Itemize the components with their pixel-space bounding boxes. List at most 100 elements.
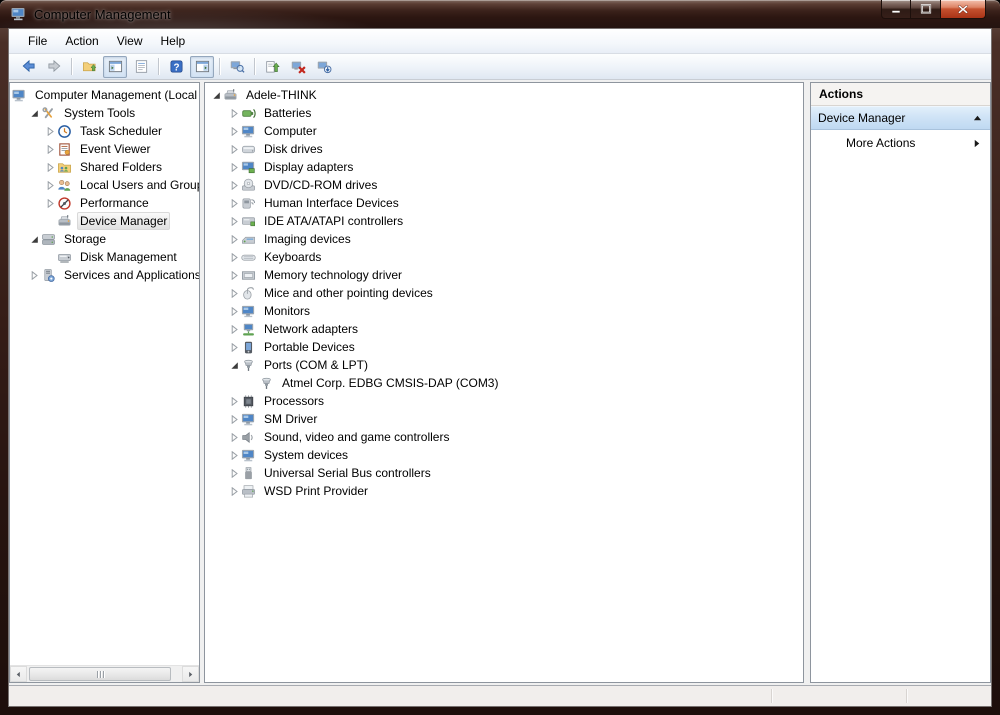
device-item-adele-think[interactable]: Adele-THINK	[205, 86, 803, 104]
menu-item-file[interactable]: File	[19, 29, 56, 53]
scan-hardware-changes-button[interactable]	[312, 56, 336, 78]
console-item-storage[interactable]: Storage	[10, 230, 199, 248]
tree-item-label[interactable]: Ports (COM & LPT)	[261, 356, 371, 374]
expand-arrow-icon[interactable]	[228, 289, 241, 298]
export-list-button[interactable]	[77, 56, 101, 78]
expand-arrow-icon[interactable]	[228, 325, 241, 334]
device-item-sound-video-and-game-controllers[interactable]: Sound, video and game controllers	[205, 428, 803, 446]
expand-arrow-icon[interactable]	[44, 199, 57, 208]
tree-item-label[interactable]: Computer	[261, 122, 320, 140]
tree-item-label[interactable]: Mice and other pointing devices	[261, 284, 436, 302]
collapse-arrow-icon[interactable]	[228, 361, 241, 370]
tree-item-label[interactable]: System Tools	[61, 104, 138, 122]
device-item-wsd-print-provider[interactable]: WSD Print Provider	[205, 482, 803, 500]
maximize-button[interactable]	[911, 0, 940, 19]
tree-item-label[interactable]: Processors	[261, 392, 327, 410]
refresh-button[interactable]	[225, 56, 249, 78]
expand-arrow-icon[interactable]	[228, 397, 241, 406]
expand-arrow-icon[interactable]	[228, 433, 241, 442]
close-button[interactable]	[940, 0, 986, 19]
tree-item-label[interactable]: Disk Management	[77, 248, 180, 266]
tree-item-label[interactable]: Network adapters	[261, 320, 361, 338]
device-item-batteries[interactable]: Batteries	[205, 104, 803, 122]
scrollbar-track[interactable]	[27, 666, 182, 682]
tree-item-label[interactable]: IDE ATA/ATAPI controllers	[261, 212, 406, 230]
back-button[interactable]	[16, 56, 40, 78]
device-item-processors[interactable]: Processors	[205, 392, 803, 410]
tree-item-label[interactable]: Local Users and Groups	[77, 176, 199, 194]
expand-arrow-icon[interactable]	[228, 271, 241, 280]
expand-arrow-icon[interactable]	[228, 181, 241, 190]
tree-item-label[interactable]: WSD Print Provider	[261, 482, 371, 500]
menu-item-help[interactable]: Help	[152, 29, 195, 53]
expand-arrow-icon[interactable]	[228, 109, 241, 118]
tree-item-label[interactable]: Event Viewer	[77, 140, 153, 158]
expand-arrow-icon[interactable]	[44, 145, 57, 154]
device-item-disk-drives[interactable]: Disk drives	[205, 140, 803, 158]
console-item-event-viewer[interactable]: Event Viewer	[10, 140, 199, 158]
tree-item-label[interactable]: System devices	[261, 446, 351, 464]
console-item-device-manager[interactable]: Device Manager	[10, 212, 199, 230]
tree-item-label[interactable]: Universal Serial Bus controllers	[261, 464, 434, 482]
scroll-right-button[interactable]	[182, 666, 199, 682]
device-item-dvd-cd-rom-drives[interactable]: DVD/CD-ROM drives	[205, 176, 803, 194]
tree-item-label[interactable]: Memory technology driver	[261, 266, 405, 284]
show-hide-action-pane-button[interactable]	[190, 56, 214, 78]
horizontal-scrollbar[interactable]	[10, 665, 199, 682]
device-item-keyboards[interactable]: Keyboards	[205, 248, 803, 266]
titlebar[interactable]: Computer Management	[0, 0, 1000, 28]
expand-arrow-icon[interactable]	[228, 451, 241, 460]
console-item-disk-management[interactable]: Disk Management	[10, 248, 199, 266]
expand-arrow-icon[interactable]	[228, 343, 241, 352]
show-hide-console-tree-button[interactable]	[103, 56, 127, 78]
tree-item-label[interactable]: SM Driver	[261, 410, 320, 428]
device-item-ide-ata-atapi-controllers[interactable]: IDE ATA/ATAPI controllers	[205, 212, 803, 230]
scrollbar-thumb[interactable]	[29, 667, 171, 681]
console-item-performance[interactable]: Performance	[10, 194, 199, 212]
expand-arrow-icon[interactable]	[44, 181, 57, 190]
console-item-services-and-applications[interactable]: Services and Applications	[10, 266, 199, 284]
expand-arrow-icon[interactable]	[228, 469, 241, 478]
scroll-left-button[interactable]	[10, 666, 27, 682]
update-driver-button[interactable]	[260, 56, 284, 78]
tree-item-label[interactable]: Task Scheduler	[77, 122, 165, 140]
minimize-button[interactable]	[881, 0, 911, 19]
console-item-computer-management-local[interactable]: Computer Management (Local	[10, 86, 199, 104]
tree-item-label[interactable]: Batteries	[261, 104, 314, 122]
console-item-local-users-and-groups[interactable]: Local Users and Groups	[10, 176, 199, 194]
device-item-monitors[interactable]: Monitors	[205, 302, 803, 320]
more-actions-item[interactable]: More Actions	[811, 130, 990, 156]
device-item-universal-serial-bus-controllers[interactable]: Universal Serial Bus controllers	[205, 464, 803, 482]
tree-item-label[interactable]: Services and Applications	[61, 266, 199, 284]
expand-arrow-icon[interactable]	[228, 127, 241, 136]
expand-arrow-icon[interactable]	[228, 217, 241, 226]
tree-item-label[interactable]: Computer Management (Local	[32, 86, 199, 104]
help-button[interactable]: ?	[164, 56, 188, 78]
expand-arrow-icon[interactable]	[228, 253, 241, 262]
actions-group-header[interactable]: Device Manager	[811, 106, 990, 130]
expand-arrow-icon[interactable]	[44, 127, 57, 136]
tree-item-label[interactable]: Keyboards	[261, 248, 324, 266]
device-item-human-interface-devices[interactable]: Human Interface Devices	[205, 194, 803, 212]
expand-arrow-icon[interactable]	[28, 271, 41, 280]
device-item-display-adapters[interactable]: Display adapters	[205, 158, 803, 176]
expand-arrow-icon[interactable]	[228, 415, 241, 424]
tree-item-label[interactable]: DVD/CD-ROM drives	[261, 176, 380, 194]
tree-item-label[interactable]: Sound, video and game controllers	[261, 428, 452, 446]
console-item-system-tools[interactable]: System Tools	[10, 104, 199, 122]
expand-arrow-icon[interactable]	[228, 235, 241, 244]
tree-item-label[interactable]: Atmel Corp. EDBG CMSIS-DAP (COM3)	[279, 374, 501, 392]
tree-item-label[interactable]: Device Manager	[77, 212, 170, 230]
tree-item-label[interactable]: Shared Folders	[77, 158, 165, 176]
device-item-network-adapters[interactable]: Network adapters	[205, 320, 803, 338]
uninstall-button[interactable]	[286, 56, 310, 78]
menu-item-view[interactable]: View	[108, 29, 152, 53]
device-item-imaging-devices[interactable]: Imaging devices	[205, 230, 803, 248]
collapse-arrow-icon[interactable]	[210, 91, 223, 100]
expand-arrow-icon[interactable]	[228, 487, 241, 496]
tree-item-label[interactable]: Disk drives	[261, 140, 326, 158]
tree-item-label[interactable]: Storage	[61, 230, 109, 248]
expand-arrow-icon[interactable]	[228, 145, 241, 154]
expand-arrow-icon[interactable]	[228, 307, 241, 316]
device-item-portable-devices[interactable]: Portable Devices	[205, 338, 803, 356]
